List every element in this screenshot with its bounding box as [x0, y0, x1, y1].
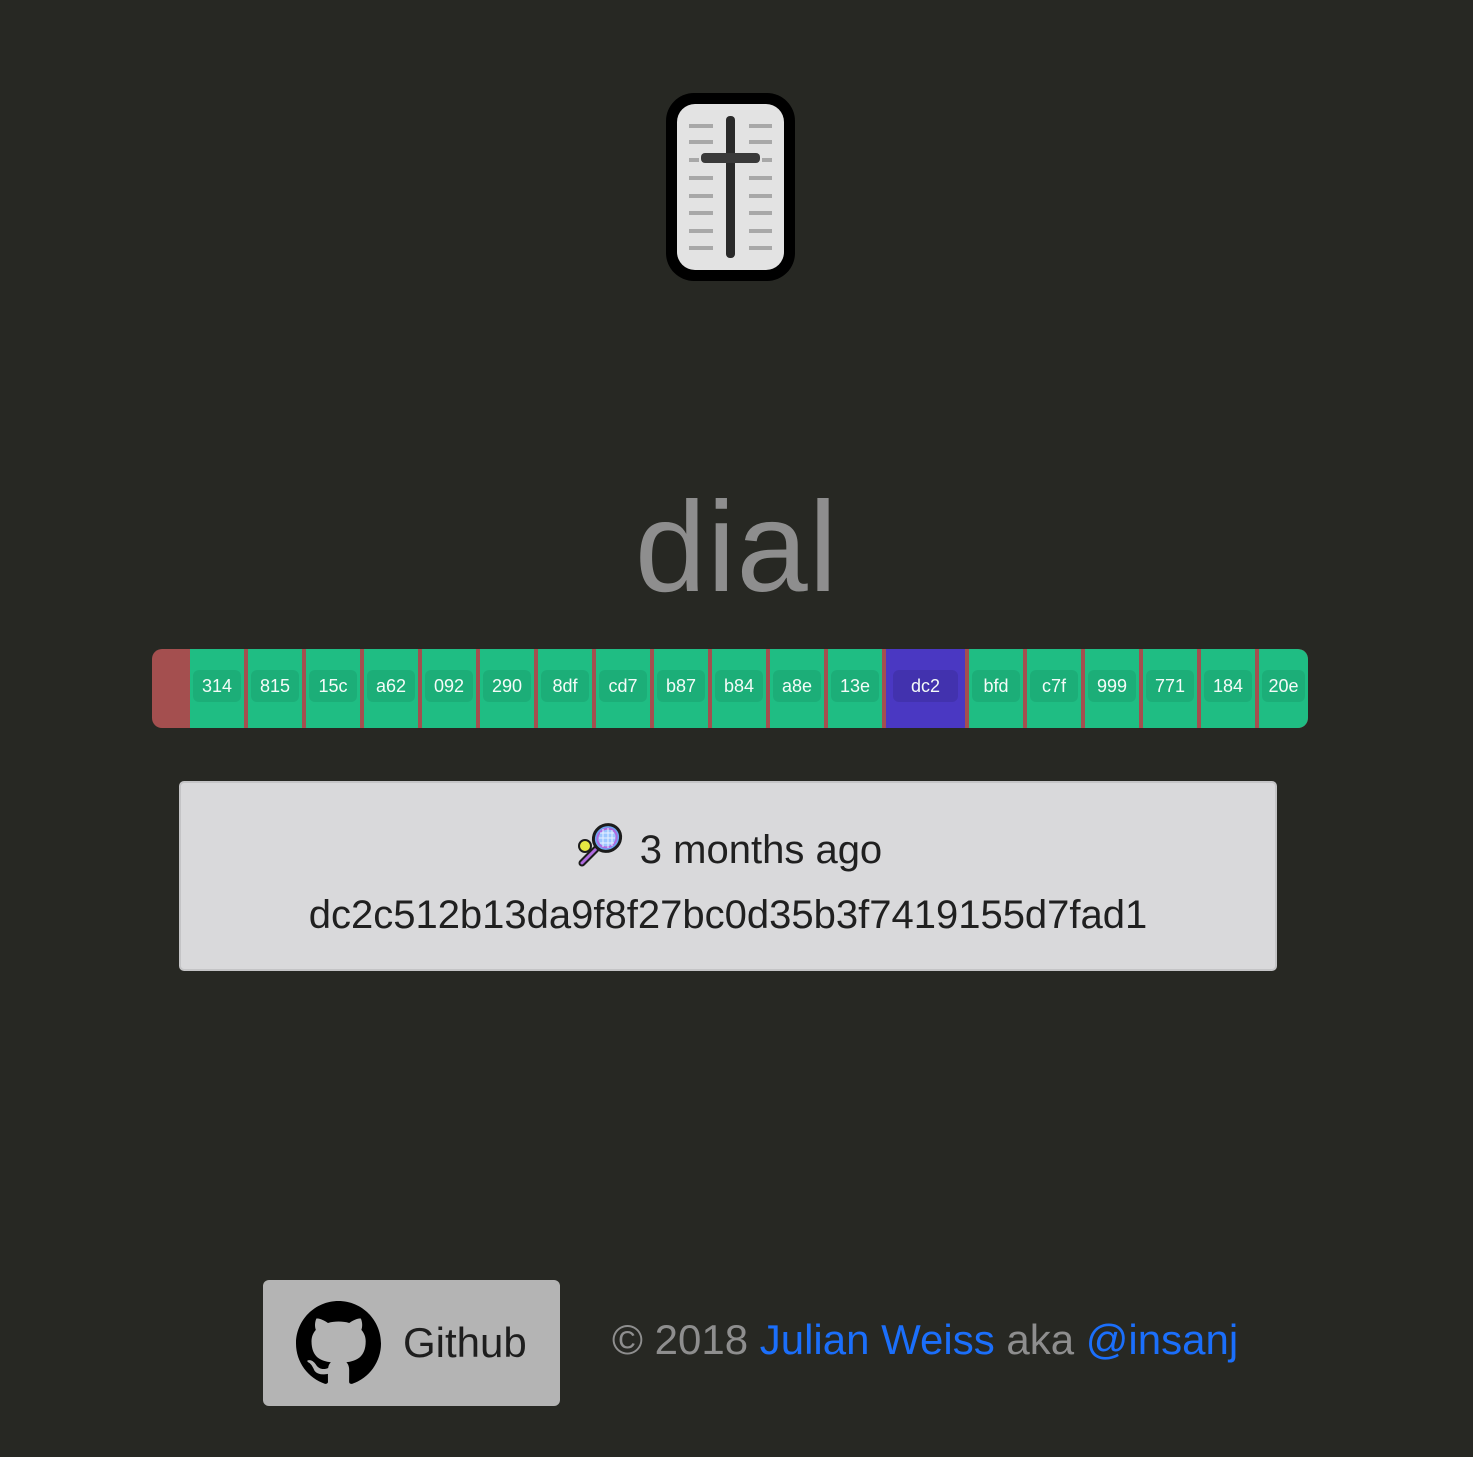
timeline-commit-15c[interactable]: 15c	[306, 649, 360, 728]
commit-short-hash: 771	[1146, 670, 1194, 702]
github-icon	[296, 1301, 381, 1386]
commit-hash: dc2c512b13da9f8f27bc0d35b3f7419155d7fad1	[308, 893, 1148, 937]
commit-short-hash: 20e	[1262, 670, 1305, 702]
commit-short-hash: bfd	[972, 670, 1020, 702]
commit-time-ago: 3 months ago	[639, 828, 883, 872]
commit-short-hash: dc2	[893, 670, 958, 702]
timeline-commit-13e[interactable]: 13e	[828, 649, 882, 728]
timeline-commit-c7f[interactable]: c7f	[1027, 649, 1081, 728]
commit-short-hash: a62	[367, 670, 415, 702]
commit-short-hash: 184	[1204, 670, 1252, 702]
timeline-commit-bfd[interactable]: bfd	[969, 649, 1023, 728]
timeline-commit-314[interactable]: 314	[190, 649, 244, 728]
timeline-commit-b84[interactable]: b84	[712, 649, 766, 728]
tennis-racket-icon	[574, 821, 624, 886]
commit-short-hash: 13e	[831, 670, 879, 702]
commit-short-hash: c7f	[1030, 670, 1078, 702]
timeline-commit-815[interactable]: 815	[248, 649, 302, 728]
timeline-commit-8df[interactable]: 8df	[538, 649, 592, 728]
timeline-commit-184[interactable]: 184	[1201, 649, 1255, 728]
commit-timeline: 314 815 15c a62 092 290 8df cd7 b87 b84 a8e 13e dc2 b…	[152, 649, 1308, 728]
page-title: dial	[634, 476, 839, 619]
github-button[interactable]: Github	[263, 1280, 560, 1406]
commit-short-hash: 314	[193, 670, 241, 702]
timeline-commit-999[interactable]: 999	[1085, 649, 1139, 728]
commit-short-hash: 290	[483, 670, 531, 702]
commit-short-hash: 999	[1088, 670, 1136, 702]
handle-link[interactable]: @insanj	[1086, 1316, 1238, 1363]
commit-short-hash: 815	[251, 670, 299, 702]
github-label: Github	[403, 1319, 527, 1366]
commit-short-hash: cd7	[599, 670, 647, 702]
timeline-commit-092[interactable]: 092	[422, 649, 476, 728]
timeline-commit-20e[interactable]: 20e	[1259, 649, 1308, 728]
timeline-commit-a8e[interactable]: a8e	[770, 649, 824, 728]
timeline-commit-a62[interactable]: a62	[364, 649, 418, 728]
commit-short-hash: 15c	[309, 670, 357, 702]
timeline-commit-cd7[interactable]: cd7	[596, 649, 650, 728]
commit-short-hash: a8e	[773, 670, 821, 702]
commit-short-hash: b87	[657, 670, 705, 702]
author-link[interactable]: Julian Weiss	[760, 1316, 995, 1363]
commit-short-hash: 8df	[541, 670, 589, 702]
commit-short-hash: 092	[425, 670, 473, 702]
aka-text: aka	[1006, 1316, 1075, 1363]
timeline-commit-290[interactable]: 290	[480, 649, 534, 728]
fader-slider-icon	[665, 92, 796, 282]
timeline-commit-dc2[interactable]: dc2	[886, 649, 965, 728]
timeline-commit-771[interactable]: 771	[1143, 649, 1197, 728]
commit-time-row: 3 months ago	[181, 821, 1275, 886]
footer-credits: © 2018 Julian Weiss aka @insanj	[612, 1312, 1238, 1368]
timeline-commit-b87[interactable]: b87	[654, 649, 708, 728]
commit-card: 3 months ago dc2c512b13da9f8f27bc0d35b3f…	[179, 781, 1277, 971]
copyright-text: © 2018	[612, 1316, 749, 1363]
commit-short-hash: b84	[715, 670, 763, 702]
